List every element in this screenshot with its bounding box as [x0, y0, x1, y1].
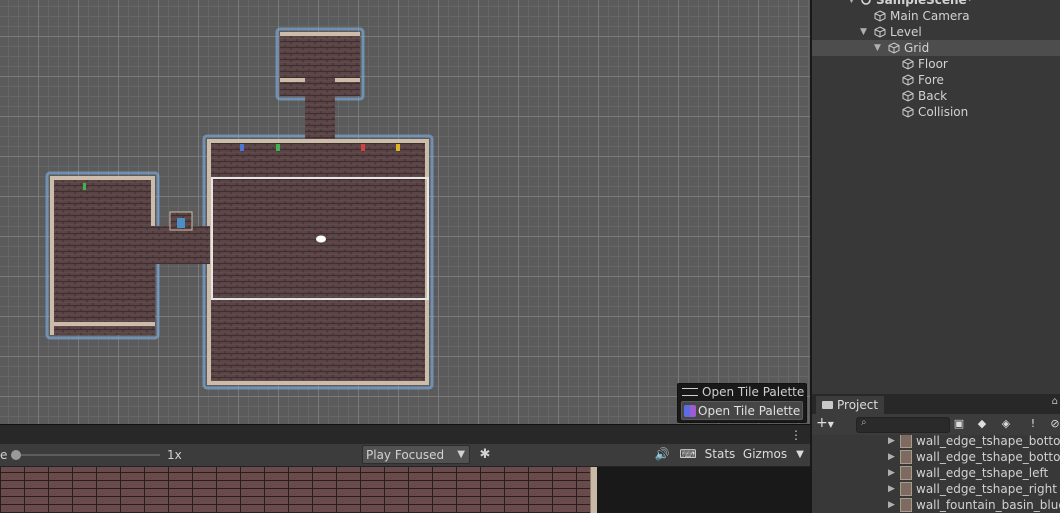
gameobject-cube-icon [874, 10, 886, 22]
project-file-list: ▶ wall_edge_tshape_bottom ▶ wall_edge_ts… [812, 435, 1060, 513]
hierarchy-item-grid[interactable]: ▼ Grid [812, 40, 1060, 56]
sprite-thumbnail-icon [900, 450, 912, 464]
scene-view[interactable]: Open Tile Palette Open Tile Palette [0, 0, 810, 424]
tilemap-level [45, 27, 434, 390]
scale-value: 1x [167, 448, 182, 462]
player-marker [316, 235, 326, 243]
tab-project[interactable]: Project [816, 396, 885, 414]
expand-arrow-icon[interactable]: ▶ [888, 465, 895, 481]
keyboard-icon[interactable]: ⌨ [679, 445, 697, 464]
hidden-packages-icon[interactable]: ⊘ [1046, 416, 1060, 432]
gizmos-button[interactable]: Gizmos [742, 445, 788, 464]
tile-palette-overlay: Open Tile Palette Open Tile Palette [677, 383, 807, 423]
hierarchy-item-back[interactable]: Back [812, 88, 1060, 104]
sprite-thumbnail-icon [900, 435, 912, 448]
hierarchy-panel: ▼ SampleScene* Main Camera ▼ Level ▼ Gri… [812, 0, 1060, 394]
search-by-type-icon[interactable]: ▣ [950, 416, 968, 432]
expand-arrow-icon[interactable]: ▶ [888, 435, 895, 449]
hierarchy-item-collision[interactable]: Collision [812, 104, 1060, 120]
game-view-tab-bar: ⋮ [0, 424, 810, 446]
left-room [50, 176, 155, 335]
stats-button[interactable]: Stats [702, 445, 738, 464]
hierarchy-item-level[interactable]: ▼ Level [812, 24, 1060, 40]
folder-icon [822, 401, 833, 409]
gameobject-cube-icon [902, 58, 914, 70]
project-tab-bar: Project ⌂ [812, 394, 1060, 415]
hierarchy-item-main-camera[interactable]: Main Camera [812, 8, 1060, 24]
project-toolbar: +▼ ⌕ ▣ ◆ ◈ ! ⊘ [812, 414, 1060, 436]
gameobject-cube-icon [874, 26, 886, 38]
search-icon: ⌕ [861, 417, 867, 428]
filter-by-label-icon[interactable]: ◆ [973, 416, 991, 432]
scale-label: e [0, 448, 8, 462]
expand-arrow-icon[interactable]: ▶ [888, 449, 895, 465]
sprite-thumbnail-icon [900, 498, 912, 512]
main-room [207, 139, 429, 385]
expand-arrow-icon[interactable]: ▶ [888, 497, 895, 513]
warning-icon[interactable]: ! [1024, 416, 1042, 432]
bug-icon[interactable]: ✱ [476, 445, 494, 464]
menu-lines-icon [682, 388, 698, 396]
lock-icon[interactable]: ⌂ [1052, 396, 1058, 407]
list-item[interactable]: ▶ wall_fountain_basin_blue_ [812, 497, 1060, 513]
open-tile-palette-button[interactable]: Open Tile Palette [681, 401, 803, 420]
project-tab-label: Project [837, 398, 879, 412]
gameobject-cube-icon [902, 74, 914, 86]
hierarchy-item-floor[interactable]: Floor [812, 56, 1060, 72]
audio-icon[interactable]: 🔊 [654, 445, 670, 464]
list-item[interactable]: ▶ wall_edge_tshape_left [812, 465, 1060, 481]
hierarchy-item-samplescene[interactable]: ▼ SampleScene* [812, 0, 1060, 8]
hierarchy-item-fore[interactable]: Fore [812, 72, 1060, 88]
sprite-thumbnail-icon [900, 482, 912, 496]
add-button[interactable]: +▼ [816, 415, 834, 431]
open-tile-palette-label: Open Tile Palette [698, 403, 801, 418]
gameobject-cube-icon [902, 90, 914, 102]
game-toolbar: e 1x Play Focused ▼ ✱ 🔊 ⌨ Stats Gizmos ▼ [0, 444, 810, 467]
more-options-icon[interactable]: ⋮ [790, 429, 802, 441]
dropdown-arrow-icon: ▼ [827, 420, 834, 429]
unity-scene-icon [860, 0, 872, 6]
list-item[interactable]: ▶ wall_edge_tshape_bottom [812, 449, 1060, 465]
gameobject-cube-icon [902, 106, 914, 118]
dropdown-arrow-icon: ▼ [457, 449, 465, 460]
play-mode-label: Play Focused [366, 447, 445, 462]
list-item[interactable]: ▶ wall_edge_tshape_bottom [812, 435, 1060, 449]
project-search-input[interactable]: ⌕ [856, 417, 950, 433]
gameobject-cube-icon [888, 42, 900, 54]
scale-slider-track[interactable] [14, 454, 160, 456]
game-view[interactable] [0, 467, 596, 513]
sprite-thumbnail-icon [900, 466, 912, 480]
palette-icon [684, 404, 696, 417]
expand-arrow-icon[interactable]: ▶ [888, 481, 895, 497]
tag-icon[interactable]: ◈ [997, 416, 1015, 432]
gizmos-dropdown-arrow-icon[interactable]: ▼ [794, 445, 806, 464]
list-item[interactable]: ▶ wall_edge_tshape_right [812, 481, 1060, 497]
tile-palette-overlay-header[interactable]: Open Tile Palette [678, 384, 806, 400]
scale-slider-thumb[interactable] [11, 450, 21, 460]
tile-palette-title: Open Tile Palette [702, 385, 805, 399]
play-mode-dropdown[interactable]: Play Focused ▼ [362, 445, 470, 464]
game-view-letterbox [597, 467, 810, 513]
